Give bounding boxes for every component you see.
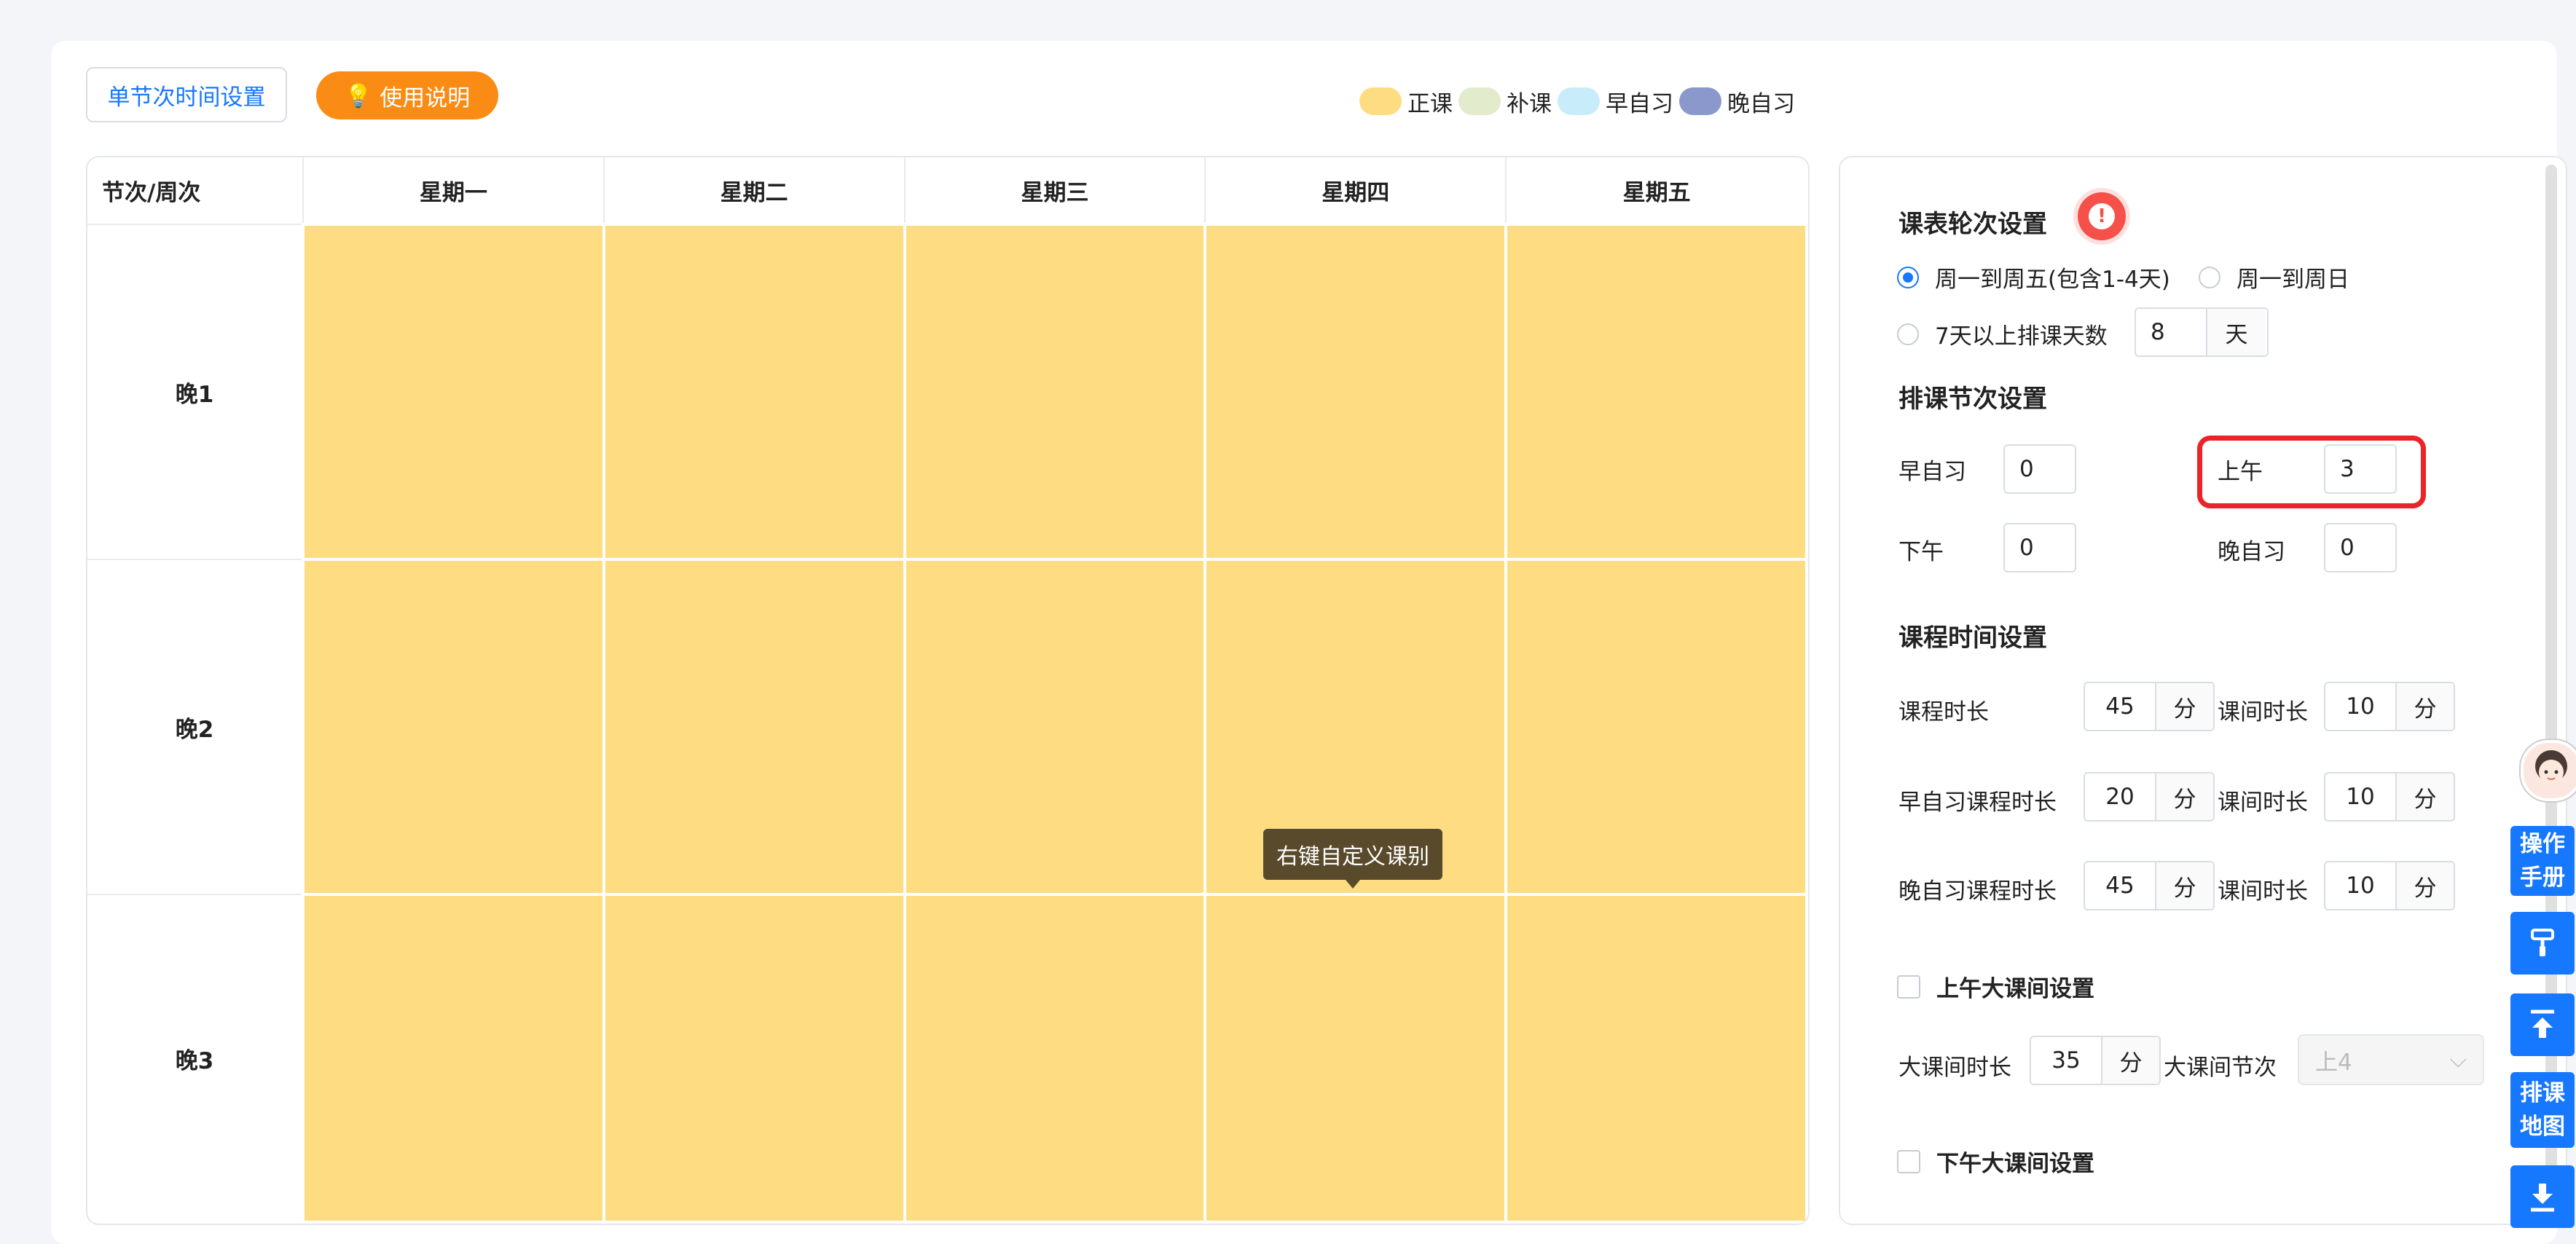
- morning-break-label: 课间时长: [2218, 790, 2308, 816]
- radio-dot: [1897, 323, 1919, 345]
- radio-mon-sun[interactable]: 周一到周日: [2199, 261, 2349, 294]
- day-header-tue: 星期二: [603, 157, 906, 225]
- assistant-avatar[interactable]: [2521, 740, 2576, 801]
- evening-break-label: 课间时长: [2218, 878, 2308, 905]
- timetable-cell[interactable]: [302, 893, 605, 1224]
- timetable-cell[interactable]: [302, 223, 605, 561]
- timetable-cell[interactable]: [903, 223, 1207, 561]
- am-big-break-checkbox[interactable]: 上午大课间设置: [1897, 970, 2094, 1003]
- timetable-cell[interactable]: [302, 558, 605, 896]
- paint-roller-button[interactable]: [2510, 912, 2575, 975]
- timetable-cell[interactable]: [903, 893, 1207, 1224]
- manual-button[interactable]: 操作手册: [2510, 826, 2575, 896]
- am-input[interactable]: 3: [2324, 444, 2397, 494]
- legend-item-regular: 正课: [1359, 85, 1453, 118]
- timetable-cell[interactable]: [1203, 223, 1508, 561]
- row-label-evening3: 晚3: [87, 894, 304, 1222]
- day-header-mon: 星期一: [303, 157, 605, 225]
- help-button-label: 使用说明: [380, 84, 471, 111]
- legend: 正课 补课 早自习 晚自习: [1359, 83, 1801, 119]
- pm-label: 下午: [1898, 539, 1944, 565]
- morning-study-input[interactable]: 0: [2003, 444, 2076, 494]
- checkbox-box: [1897, 975, 1920, 999]
- legend-item-evening-study: 晚自习: [1679, 85, 1795, 118]
- radio-7plus-days[interactable]: 7天以上排课天数: [1897, 318, 2108, 350]
- course-length-input[interactable]: 45 分: [2084, 682, 2215, 731]
- evening-study-label: 晚自习: [2218, 539, 2285, 565]
- timetable-cell[interactable]: [1203, 893, 1508, 1224]
- pm-input[interactable]: 0: [2003, 523, 2076, 572]
- timetable-cell[interactable]: [1504, 558, 1808, 896]
- legend-swatch: [1679, 87, 1721, 115]
- morning-length-input[interactable]: 20 分: [2084, 772, 2215, 822]
- radio-dot: [2199, 266, 2220, 288]
- download-button[interactable]: [2510, 1165, 2575, 1228]
- row-label-evening1: 晚1: [87, 224, 304, 560]
- cell-tooltip: 右键自定义课别: [1263, 829, 1442, 889]
- sessions-title: 排课节次设置: [1898, 385, 2047, 414]
- big-break-period-select[interactable]: 上4 ⌵: [2298, 1034, 2484, 1085]
- row-label-evening2: 晚2: [87, 559, 304, 895]
- timetable-cell[interactable]: [602, 558, 906, 896]
- evening-length-input[interactable]: 45 分: [2084, 861, 2215, 910]
- days-input[interactable]: 8 天: [2135, 307, 2269, 357]
- panel-scrollbar[interactable]: [2545, 165, 2557, 1213]
- timetable-cell[interactable]: [1504, 223, 1808, 561]
- timetable-cell[interactable]: [903, 558, 1207, 896]
- day-header-thu: 星期四: [1205, 157, 1507, 225]
- legend-swatch: [1558, 87, 1600, 115]
- single-session-time-button[interactable]: 单节次时间设置: [86, 67, 287, 122]
- legend-item-makeup: 补课: [1458, 85, 1552, 118]
- timetable-cell[interactable]: [602, 893, 906, 1224]
- checkbox-box: [1897, 1149, 1920, 1173]
- evening-study-input[interactable]: 0: [2324, 523, 2397, 572]
- morning-break-input[interactable]: 10 分: [2324, 772, 2455, 822]
- radio-dot: [1897, 266, 1919, 288]
- am-label: 上午: [2218, 459, 2263, 485]
- big-break-period-label: 大课间节次: [2164, 1055, 2277, 1081]
- scroll-top-button[interactable]: [2510, 993, 2575, 1056]
- warning-icon[interactable]: !: [2078, 192, 2126, 240]
- corner-header: 节次/周次: [87, 157, 304, 225]
- paint-roller-icon: [2531, 929, 2554, 956]
- pm-big-break-checkbox[interactable]: 下午大课间设置: [1897, 1145, 2094, 1178]
- break-length-input[interactable]: 10 分: [2324, 682, 2455, 731]
- morning-length-label: 早自习课程时长: [1898, 790, 2057, 816]
- timetable-cell[interactable]: [602, 223, 906, 561]
- evening-break-input[interactable]: 10 分: [2324, 861, 2455, 910]
- legend-item-morning-study: 早自习: [1558, 85, 1673, 118]
- timetable-cell[interactable]: [1504, 893, 1808, 1224]
- time-title: 课程时间设置: [1898, 623, 2047, 653]
- schedule-map-button[interactable]: 排课地图: [2510, 1072, 2575, 1148]
- avatar-face-icon: [2535, 750, 2567, 784]
- help-button[interactable]: 💡 使用说明: [316, 71, 498, 119]
- chevron-down-icon: ⌵: [2449, 1046, 2467, 1073]
- download-icon: [2531, 1184, 2554, 1212]
- evening-length-label: 晚自习课程时长: [1898, 878, 2057, 905]
- break-length-label: 课间时长: [2218, 699, 2308, 725]
- legend-swatch: [1359, 87, 1402, 115]
- bulb-icon: 💡: [344, 82, 373, 109]
- timetable-grid: 节次/周次 星期一 星期二 星期三 星期四 星期五 晚1 晚2 晚3: [86, 156, 1810, 1225]
- big-break-length-input[interactable]: 35 分: [2030, 1036, 2161, 1085]
- arrow-to-top-icon: [2531, 1009, 2554, 1038]
- course-length-label: 课程时长: [1898, 699, 1989, 725]
- day-header-fri: 星期五: [1506, 157, 1807, 225]
- day-header-wed: 星期三: [904, 157, 1206, 225]
- morning-study-label: 早自习: [1898, 459, 1966, 485]
- radio-mon-fri[interactable]: 周一到周五(包含1-4天): [1897, 261, 2170, 294]
- rounds-title: 课表轮次设置: [1898, 210, 2047, 239]
- big-break-length-label: 大课间时长: [1898, 1055, 2011, 1081]
- legend-swatch: [1458, 87, 1501, 115]
